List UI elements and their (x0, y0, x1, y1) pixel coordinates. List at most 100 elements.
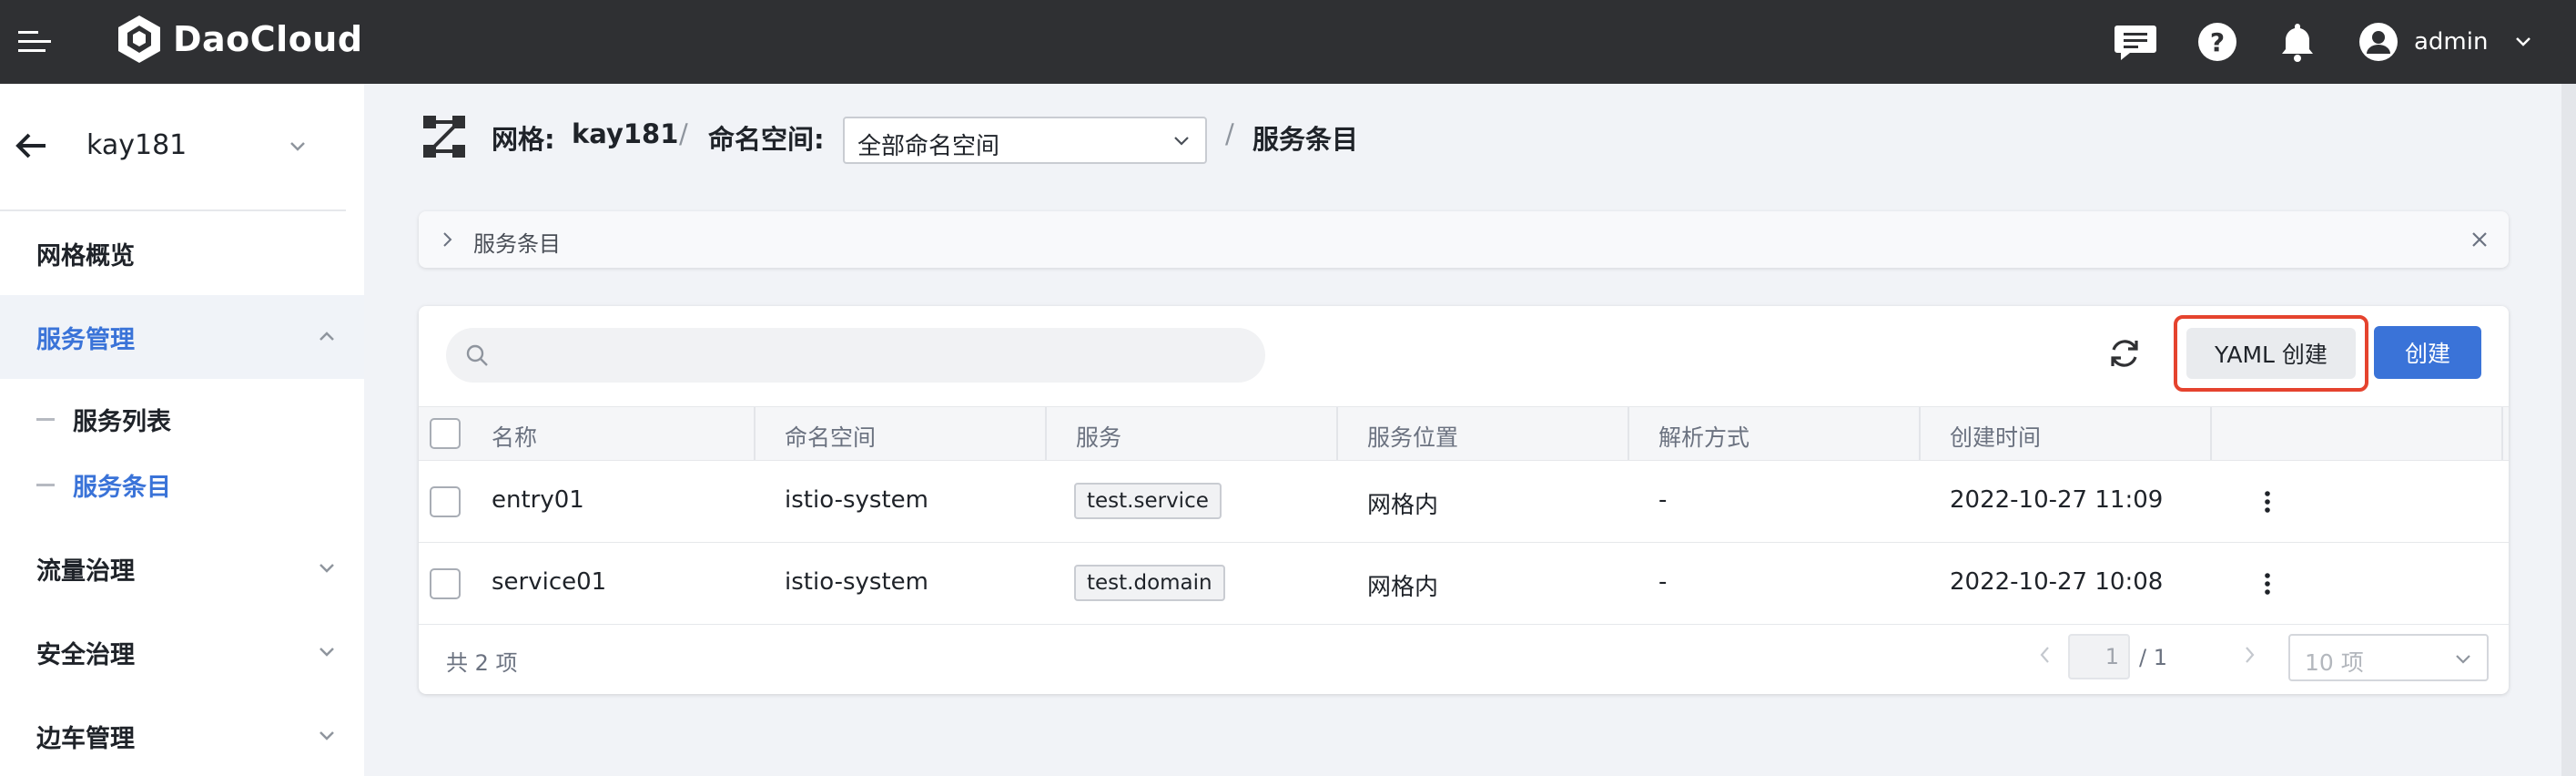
user-menu[interactable]: admin (2358, 18, 2535, 66)
create-button[interactable]: 创建 (2374, 326, 2481, 379)
logo[interactable]: DaoCloud (113, 13, 363, 66)
scrollbar-track (2561, 84, 2576, 776)
mesh-label: 网格: (492, 124, 555, 155)
cell-namespace: istio-system (785, 568, 928, 596)
column-divider (1336, 407, 1338, 460)
namespace-label: 命名空间: (708, 124, 825, 155)
sidebar-item-service-management[interactable]: 服务管理 (0, 295, 364, 379)
daocloud-logo-icon (118, 15, 160, 63)
chevron-left-icon[interactable] (2033, 643, 2057, 667)
sidebar: kay181 网格概览 服务管理 服务列表 服务条目 流量治理 安全治理 边车管… (0, 84, 364, 776)
column-divider (1628, 407, 1629, 460)
bell-icon[interactable] (2274, 18, 2321, 66)
mesh-selector[interactable]: kay181 (0, 84, 364, 211)
table-header: 名称 命名空间 服务 服务位置 解析方式 创建时间 (419, 406, 2509, 461)
sidebar-item-label: 安全治理 (36, 640, 135, 669)
cell-name: service01 (492, 568, 607, 596)
page-size-select[interactable]: 10 项 (2288, 634, 2489, 681)
menu-icon[interactable] (16, 24, 53, 60)
namespace-select-value: 全部命名空间 (857, 133, 1000, 160)
mesh-value: kay181 (572, 118, 679, 149)
total-count: 共 2 项 (446, 650, 518, 676)
chevron-down-icon[interactable] (286, 135, 309, 158)
panel-title: 服务条目 (473, 231, 561, 257)
more-actions-icon[interactable] (2254, 488, 2281, 516)
svg-text:?: ? (2210, 27, 2225, 57)
service-tag: test.domain (1074, 565, 1225, 601)
sidebar-item-sidecar[interactable]: 边车管理 (0, 694, 364, 776)
chevron-down-icon (319, 564, 334, 573)
row-checkbox[interactable] (430, 486, 461, 517)
sidebar-subitem-label: 服务列表 (73, 407, 171, 436)
cell-location: 网格内 (1367, 574, 1439, 601)
top-bar: DaoCloud ? admin (0, 0, 2576, 84)
sidebar-item-traffic[interactable]: 流量治理 (0, 526, 364, 610)
cell-location: 网格内 (1367, 492, 1439, 519)
username: admin (2414, 28, 2489, 56)
dash-marker (36, 483, 55, 486)
mesh-icon (423, 116, 465, 158)
chevron-down-icon (2516, 37, 2531, 46)
column-header-location[interactable]: 服务位置 (1367, 420, 1458, 453)
page-title: 服务条目 (1253, 124, 1359, 155)
chevron-down-icon (319, 731, 334, 740)
cell-created: 2022-10-27 10:08 (1950, 568, 2164, 596)
column-divider (2501, 407, 2503, 460)
column-divider (2210, 407, 2212, 460)
mesh-name: kay181 (86, 129, 188, 161)
highlight-box: YAML 创建 (2174, 315, 2368, 392)
chevron-right-icon[interactable] (2237, 643, 2261, 667)
column-header-service[interactable]: 服务 (1076, 420, 1121, 453)
service-entry-table-card: YAML 创建 创建 名称 命名空间 服务 服务位置 解析方式 创建时间 ent… (419, 306, 2509, 694)
column-divider (1919, 407, 1921, 460)
user-avatar-icon (2359, 23, 2398, 61)
refresh-icon[interactable] (2104, 333, 2145, 373)
column-divider (754, 407, 756, 460)
sidebar-item-label: 边车管理 (36, 724, 135, 753)
search-input[interactable] (446, 328, 1265, 383)
chevron-down-icon (1174, 137, 1189, 146)
cell-name: entry01 (492, 486, 584, 514)
column-header-resolution[interactable]: 解析方式 (1658, 420, 1749, 453)
column-header-name[interactable]: 名称 (492, 420, 537, 453)
service-entry-info-panel[interactable]: 服务条目 (419, 211, 2509, 268)
cell-resolution: - (1658, 568, 1668, 596)
breadcrumb-separator: / (679, 118, 688, 149)
sidebar-item-label: 网格概览 (36, 241, 135, 271)
column-header-created[interactable]: 创建时间 (1950, 420, 2041, 453)
page-number-input[interactable]: 1 (2068, 634, 2130, 679)
cell-created: 2022-10-27 11:09 (1950, 486, 2164, 514)
table-row[interactable]: service01 istio-system test.domain 网格内 -… (419, 543, 2509, 625)
chevron-right-icon[interactable] (437, 230, 457, 250)
row-checkbox[interactable] (430, 568, 461, 599)
column-header-namespace[interactable]: 命名空间 (785, 420, 876, 453)
sidebar-item-label: 流量治理 (36, 556, 135, 586)
chevron-down-icon (319, 648, 334, 657)
sidebar-item-label: 服务管理 (36, 325, 135, 354)
chevron-down-icon (2456, 655, 2470, 664)
yaml-create-button[interactable]: YAML 创建 (2186, 328, 2356, 379)
chevron-up-icon (319, 332, 334, 341)
table-row[interactable]: entry01 istio-system test.service 网格内 - … (419, 461, 2509, 543)
brand-name: DaoCloud (173, 19, 363, 59)
service-tag: test.service (1074, 483, 1222, 519)
sidebar-item-overview[interactable]: 网格概览 (0, 211, 364, 295)
total-pages: / 1 (2139, 645, 2167, 670)
select-all-checkbox[interactable] (430, 418, 461, 449)
dash-marker (36, 417, 55, 421)
message-icon[interactable] (2112, 18, 2159, 66)
more-actions-icon[interactable] (2254, 570, 2281, 597)
close-icon[interactable] (2469, 229, 2490, 250)
breadcrumb-separator: / (1225, 118, 1234, 149)
sidebar-subitem-label: 服务条目 (73, 473, 171, 502)
sidebar-subitem-service-list[interactable]: 服务列表 (0, 386, 364, 452)
help-icon[interactable]: ? (2194, 18, 2241, 66)
sidebar-subitem-service-entries[interactable]: 服务条目 (0, 452, 364, 517)
namespace-select[interactable]: 全部命名空间 (843, 117, 1207, 164)
back-arrow-icon[interactable] (13, 128, 49, 164)
cell-namespace: istio-system (785, 486, 928, 514)
sidebar-item-security[interactable]: 安全治理 (0, 610, 364, 694)
cell-resolution: - (1658, 486, 1668, 514)
search-icon (466, 344, 488, 366)
column-divider (1045, 407, 1047, 460)
